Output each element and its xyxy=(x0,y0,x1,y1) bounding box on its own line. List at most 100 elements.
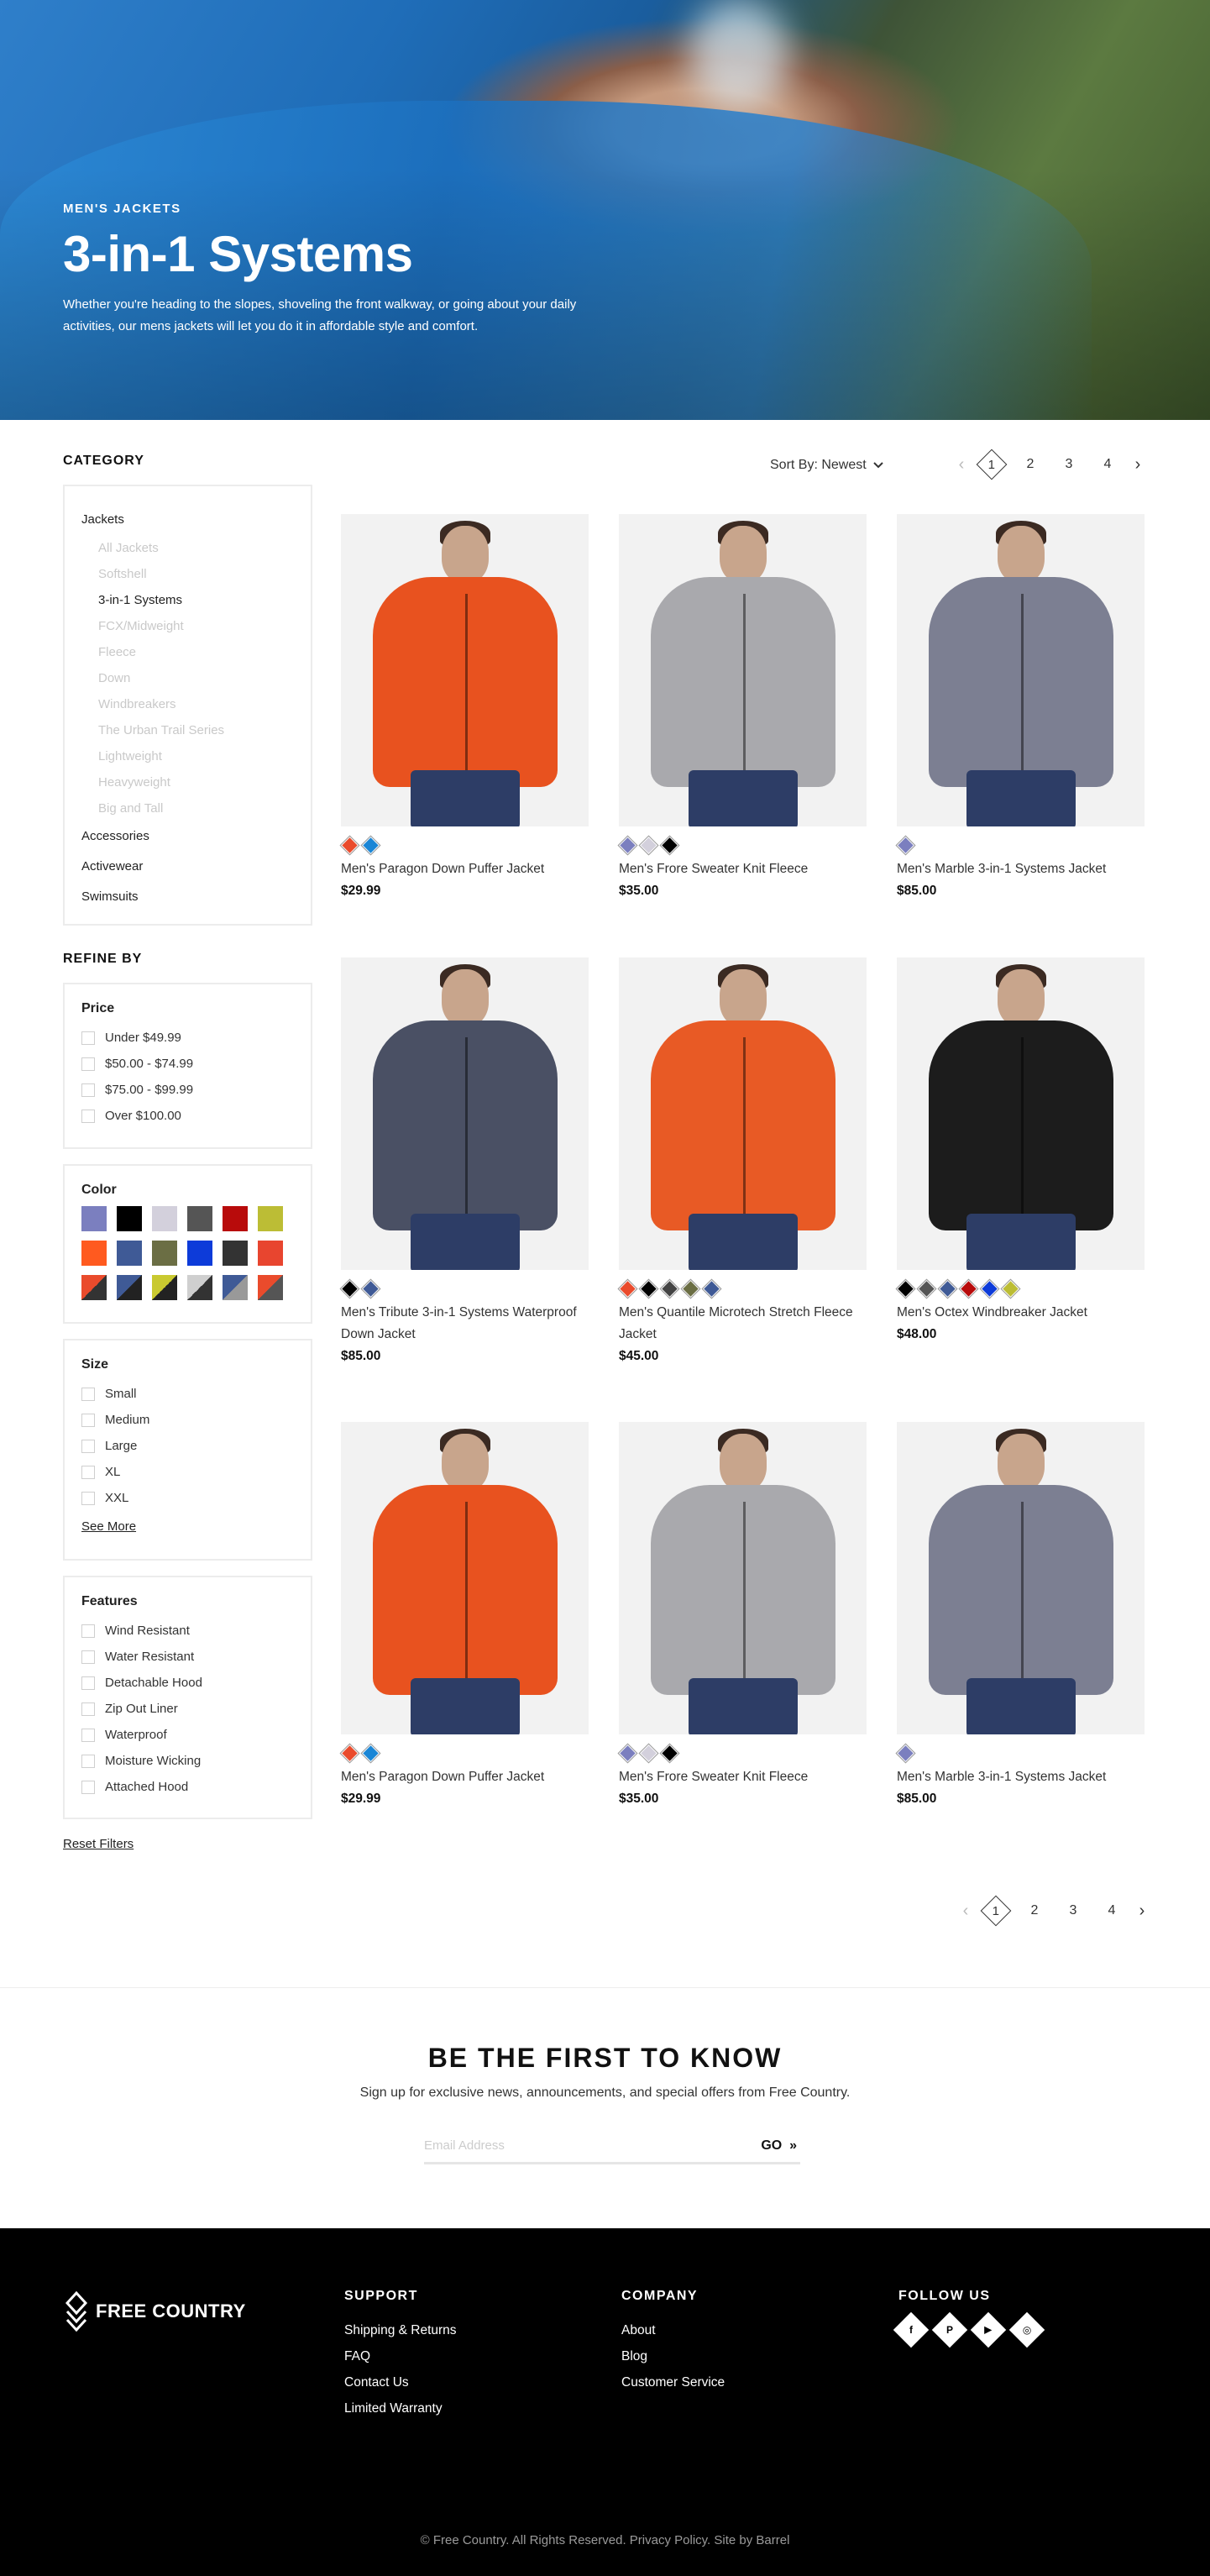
color-swatch[interactable] xyxy=(187,1206,212,1231)
color-option[interactable] xyxy=(638,1742,659,1764)
checkbox[interactable] xyxy=(81,1439,95,1453)
page-link[interactable]: 3 xyxy=(1050,457,1088,472)
footer-link[interactable]: Limited Warranty xyxy=(344,2395,457,2421)
product-image[interactable] xyxy=(897,957,1145,1270)
filter-option[interactable]: Detachable Hood xyxy=(81,1670,311,1696)
subcategory-item[interactable]: 3-in-1 Systems xyxy=(81,587,294,613)
checkbox[interactable] xyxy=(81,1465,95,1479)
product-name[interactable]: Men's Paragon Down Puffer Jacket xyxy=(341,858,589,880)
product-image[interactable] xyxy=(897,514,1145,826)
product-card[interactable]: Men's Quantile Microtech Stretch Fleece … xyxy=(617,957,867,1364)
color-option[interactable] xyxy=(895,1278,916,1299)
newsletter-submit-button[interactable]: GO » xyxy=(761,2138,800,2154)
checkbox[interactable] xyxy=(81,1031,95,1045)
page-link[interactable]: 4 xyxy=(1092,1903,1131,1918)
color-option[interactable] xyxy=(360,1742,381,1764)
page-link[interactable]: 2 xyxy=(1015,1903,1054,1918)
color-swatch[interactable] xyxy=(81,1241,107,1266)
subcategory-item[interactable]: The Urban Trail Series xyxy=(81,717,294,743)
filter-option[interactable]: Moisture Wicking xyxy=(81,1748,311,1774)
subcategory-item[interactable]: Big and Tall xyxy=(81,795,294,821)
product-name[interactable]: Men's Octex Windbreaker Jacket xyxy=(897,1302,1145,1324)
filter-option[interactable]: Waterproof xyxy=(81,1722,311,1748)
color-swatch[interactable] xyxy=(223,1241,248,1266)
youtube-icon[interactable]: ▶ xyxy=(970,2311,1007,2348)
page-link[interactable]: 4 xyxy=(1088,457,1127,472)
page-link[interactable]: 3 xyxy=(1054,1903,1092,1918)
color-swatch[interactable] xyxy=(258,1206,283,1231)
color-swatch[interactable] xyxy=(152,1206,177,1231)
color-swatch[interactable] xyxy=(117,1241,142,1266)
sort-dropdown[interactable]: Sort By: Newest xyxy=(770,458,883,473)
product-card[interactable]: Men's Paragon Down Puffer Jacket $29.99 xyxy=(339,514,589,899)
color-option[interactable] xyxy=(360,834,381,856)
color-option[interactable] xyxy=(701,1278,722,1299)
product-card[interactable]: Men's Marble 3-in-1 Systems Jacket $85.00 xyxy=(895,514,1145,899)
product-card[interactable]: Men's Frore Sweater Knit Fleece $35.00 xyxy=(617,1422,867,1807)
page-current[interactable]: 1 xyxy=(976,449,1008,480)
color-swatch[interactable] xyxy=(258,1275,283,1300)
filter-option[interactable]: Attached Hood xyxy=(81,1774,311,1800)
color-swatch[interactable] xyxy=(81,1275,107,1300)
color-option[interactable] xyxy=(916,1278,937,1299)
checkbox[interactable] xyxy=(81,1109,95,1123)
color-option[interactable] xyxy=(895,1742,916,1764)
checkbox[interactable] xyxy=(81,1624,95,1638)
subcategory-item[interactable]: All Jackets xyxy=(81,535,294,561)
chevron-right-icon[interactable]: › xyxy=(1131,1902,1153,1921)
color-option[interactable] xyxy=(360,1278,381,1299)
color-swatch[interactable] xyxy=(152,1241,177,1266)
product-image[interactable] xyxy=(341,514,589,826)
checkbox[interactable] xyxy=(81,1491,95,1505)
brand-logo[interactable]: FREE COUNTRY xyxy=(65,2291,246,2332)
subcategory-item[interactable]: Lightweight xyxy=(81,743,294,769)
product-card[interactable]: Men's Marble 3-in-1 Systems Jacket $85.00 xyxy=(895,1422,1145,1807)
color-option[interactable] xyxy=(617,834,638,856)
filter-option[interactable]: Water Resistant xyxy=(81,1644,311,1670)
subcategory-item[interactable]: Softshell xyxy=(81,561,294,587)
category-accessories[interactable]: Accessories xyxy=(81,821,294,852)
checkbox[interactable] xyxy=(81,1728,95,1742)
color-swatch[interactable] xyxy=(117,1206,142,1231)
filter-option[interactable]: Over $100.00 xyxy=(81,1103,311,1129)
checkbox[interactable] xyxy=(81,1676,95,1690)
footer-link[interactable]: About xyxy=(621,2317,725,2343)
color-option[interactable] xyxy=(979,1278,1000,1299)
filter-option[interactable]: $75.00 - $99.99 xyxy=(81,1077,311,1103)
page-link[interactable]: 2 xyxy=(1011,457,1050,472)
product-name[interactable]: Men's Tribute 3-in-1 Systems Waterproof … xyxy=(341,1302,589,1346)
color-swatch[interactable] xyxy=(187,1275,212,1300)
filter-option[interactable]: Large xyxy=(81,1433,311,1459)
checkbox[interactable] xyxy=(81,1057,95,1071)
product-name[interactable]: Men's Paragon Down Puffer Jacket xyxy=(341,1766,589,1788)
checkbox[interactable] xyxy=(81,1083,95,1097)
product-image[interactable] xyxy=(341,957,589,1270)
filter-option[interactable]: Medium xyxy=(81,1407,311,1433)
email-input[interactable] xyxy=(424,2138,726,2153)
chevron-left-icon[interactable]: ‹ xyxy=(955,1902,977,1921)
filter-option[interactable]: XXL xyxy=(81,1485,311,1511)
color-option[interactable] xyxy=(680,1278,701,1299)
filter-option[interactable]: Wind Resistant xyxy=(81,1618,311,1644)
checkbox[interactable] xyxy=(81,1650,95,1664)
color-option[interactable] xyxy=(339,1742,360,1764)
color-option[interactable] xyxy=(659,1278,680,1299)
color-option[interactable] xyxy=(659,1742,680,1764)
color-option[interactable] xyxy=(937,1278,958,1299)
color-option[interactable] xyxy=(638,834,659,856)
chevron-left-icon[interactable]: ‹ xyxy=(951,455,972,475)
checkbox[interactable] xyxy=(81,1780,95,1794)
color-swatch[interactable] xyxy=(81,1206,107,1231)
footer-link[interactable]: Blog xyxy=(621,2343,725,2369)
product-name[interactable]: Men's Frore Sweater Knit Fleece xyxy=(619,1766,867,1788)
product-image[interactable] xyxy=(619,1422,867,1734)
reset-filters-link[interactable]: Reset Filters xyxy=(63,1837,134,1851)
color-swatch[interactable] xyxy=(258,1241,283,1266)
product-image[interactable] xyxy=(341,1422,589,1734)
footer-link[interactable]: Contact Us xyxy=(344,2369,457,2395)
subcategory-item[interactable]: Fleece xyxy=(81,639,294,665)
product-image[interactable] xyxy=(619,957,867,1270)
footer-link[interactable]: FAQ xyxy=(344,2343,457,2369)
color-swatch[interactable] xyxy=(152,1275,177,1300)
product-image[interactable] xyxy=(619,514,867,826)
